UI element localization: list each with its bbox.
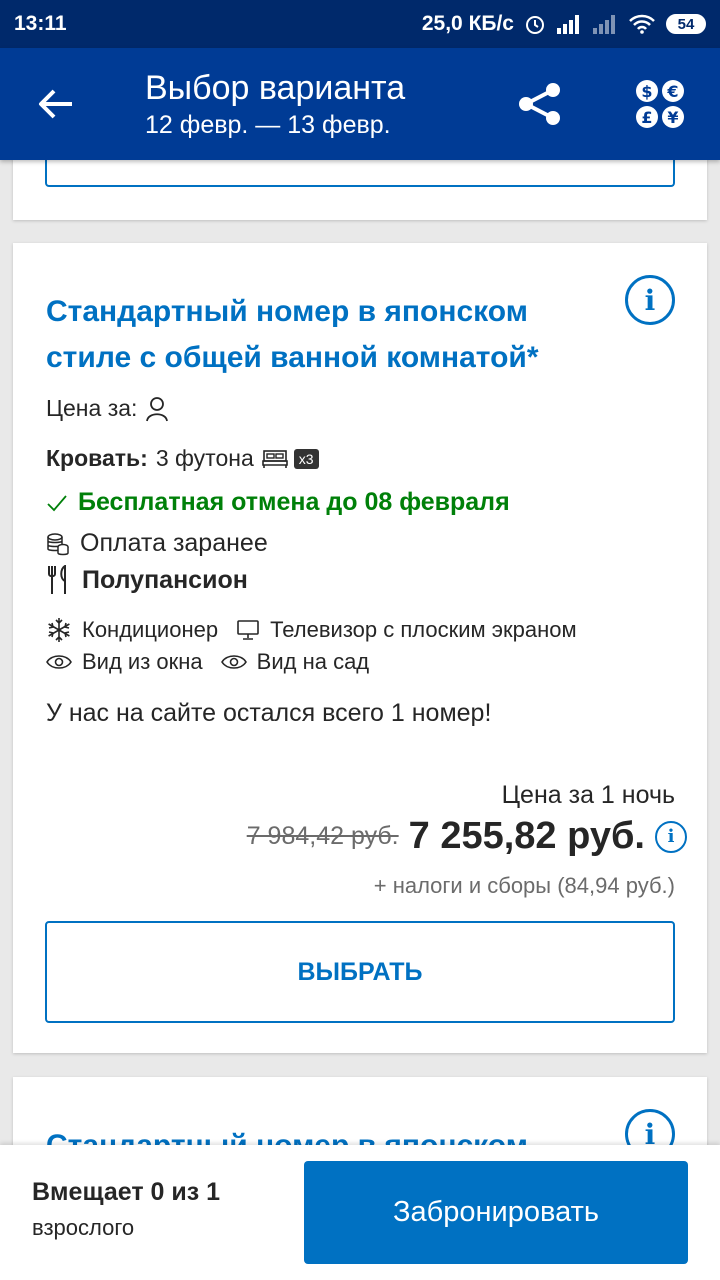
next-room-title[interactable]: Стандартный номер в японском	[46, 1123, 586, 1145]
meal-text: Полупансион	[82, 565, 248, 594]
signal-2-icon	[592, 14, 618, 34]
previous-select-button[interactable]	[45, 160, 675, 187]
amenity-label: Кондиционер	[82, 617, 219, 642]
price-info-button[interactable]: i	[655, 820, 687, 853]
app-bar: Выбор варианта 12 февр. — 13 февр. $ € £…	[0, 48, 720, 160]
back-button[interactable]	[0, 48, 112, 160]
meal-row: Полупансион	[46, 565, 248, 595]
eye-icon	[46, 653, 72, 671]
svg-text:£: £	[641, 108, 652, 127]
room-list[interactable]: Стандартный номер в японском стиле с общ…	[0, 160, 720, 1145]
amenity-item: Телевизор с плоским экраном	[236, 617, 577, 643]
bed-count-badge: x3	[293, 448, 319, 469]
bed-value: 3 футона	[155, 445, 254, 471]
price-per-night-label: Цена за 1 ночь	[501, 781, 675, 809]
occupancy-unit: взрослого	[32, 1215, 135, 1240]
svg-text:¥: ¥	[667, 108, 678, 127]
alarm-icon	[524, 13, 546, 35]
amenity-label: Телевизор с плоским экраном	[270, 617, 577, 642]
book-button[interactable]: Забронировать	[304, 1161, 688, 1264]
current-price: 7 255,82 руб.	[408, 815, 645, 857]
page-title: Выбор варианта	[145, 69, 406, 107]
cutlery-icon	[46, 565, 72, 595]
amenity-item: Вид из окна	[46, 649, 203, 675]
room-title[interactable]: Стандартный номер в японском стиле с общ…	[46, 289, 586, 381]
coins-icon	[46, 532, 70, 556]
amenities-row-2: Вид из окна Вид на сад	[46, 649, 387, 675]
next-room-card: Стандартный номер в японском i	[13, 1077, 707, 1145]
old-price: 7 984,42 руб.	[246, 822, 399, 850]
amenities-row-1: Кондиционер Телевизор с плоским экраном	[46, 617, 595, 643]
cancellation-text: Бесплатная отмена до 08 февраля	[78, 488, 510, 516]
arrow-left-icon	[39, 89, 72, 119]
network-speed: 25,0 КБ/с	[421, 12, 514, 35]
title-block: Выбор варианта 12 февр. — 13 февр.	[112, 68, 480, 140]
previous-room-card	[13, 160, 707, 220]
taxes-text: + налоги и сборы (84,94 руб.)	[373, 873, 675, 898]
checkmark-icon	[46, 494, 68, 512]
tv-icon	[236, 619, 260, 641]
bottom-bar: Вмещает 0 из 1 взрослого Забронировать	[0, 1145, 720, 1280]
share-icon	[519, 83, 560, 125]
prepayment-row: Оплата заранее	[46, 529, 268, 558]
bed-icon	[261, 449, 288, 469]
room-card: Стандартный номер в японском стиле с общ…	[13, 243, 707, 1053]
info-icon: i	[667, 826, 675, 847]
occupancy-count: Вмещает 0 из 1	[32, 1178, 221, 1206]
wifi-icon	[628, 14, 656, 34]
amenity-label: Вид из окна	[82, 649, 203, 674]
currency-button[interactable]: $ € £ ¥	[600, 48, 720, 160]
date-range: 12 февр. — 13 февр.	[145, 111, 391, 139]
cancellation-row: Бесплатная отмена до 08 февраля	[46, 488, 510, 517]
info-icon: i	[644, 1117, 656, 1146]
amenity-item: Вид на сад	[220, 649, 370, 675]
bed-row: Кровать: 3 футона x3	[46, 445, 319, 472]
signal-icon	[556, 14, 582, 34]
svg-text:€: €	[666, 82, 678, 101]
snowflake-icon	[46, 617, 72, 643]
price-for-row: Цена за:	[46, 395, 179, 422]
svg-text:$: $	[641, 82, 652, 101]
room-info-button[interactable]: i	[625, 275, 675, 325]
price-row: 7 984,42 руб. 7 255,82 руб. i	[247, 815, 687, 858]
share-button[interactable]	[480, 48, 600, 160]
person-icon	[145, 396, 169, 422]
info-icon: i	[644, 283, 656, 317]
rooms-left-message: У нас на сайте остался всего 1 номер!	[46, 699, 492, 727]
currency-icon: $ € £ ¥	[636, 80, 684, 128]
eye-icon	[220, 653, 247, 671]
prepayment-text: Оплата заранее	[80, 529, 268, 557]
occupancy-summary: Вмещает 0 из 1 взрослого	[32, 1178, 220, 1241]
status-bar: 13:11 25,0 КБ/с 54	[0, 0, 720, 48]
select-button[interactable]: ВЫБРАТЬ	[45, 921, 675, 1023]
next-room-info-button[interactable]: i	[625, 1109, 675, 1145]
status-time: 13:11	[14, 12, 67, 35]
battery-icon: 54	[666, 14, 706, 34]
amenity-label: Вид на сад	[256, 649, 370, 674]
amenity-item: Кондиционер	[46, 617, 218, 643]
bed-label: Кровать:	[46, 445, 148, 471]
price-for-label: Цена за:	[46, 395, 138, 421]
